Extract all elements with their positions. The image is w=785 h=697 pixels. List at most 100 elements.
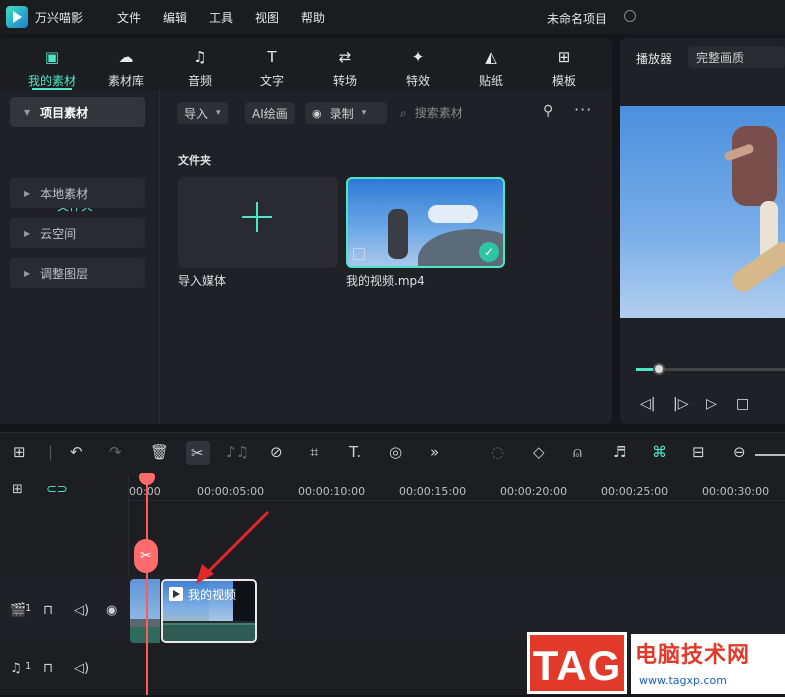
- music-list-icon[interactable]: ♬: [613, 443, 626, 461]
- ruler-tick: 00:00:30:00: [702, 485, 770, 498]
- music-note-icon: ♫: [193, 48, 207, 66]
- import-media-label: 导入媒体: [178, 274, 227, 288]
- next-frame-icon[interactable]: |▷: [673, 396, 688, 412]
- redo-icon[interactable]: ↷: [109, 443, 122, 461]
- search-input[interactable]: ⌕ 搜索素材: [400, 104, 463, 121]
- annotation-arrow-icon: [196, 510, 270, 584]
- zoom-out-icon[interactable]: ⊖: [733, 443, 746, 461]
- stop-icon[interactable]: □: [736, 396, 749, 412]
- sparkle-icon: ✦: [411, 48, 425, 66]
- menu-edit[interactable]: 编辑: [163, 9, 209, 26]
- player-panel: 播放器 完整画质 ◁| |▷ ▷ □: [620, 38, 785, 424]
- watermark-text-box: 电脑技术网 www.tagxp.com: [631, 634, 785, 694]
- video-track-icon: 🎬: [10, 603, 27, 618]
- play-icon[interactable]: ▷: [706, 396, 717, 412]
- more-options-icon[interactable]: ···: [574, 100, 592, 119]
- tab-templates[interactable]: ⊞ 模板: [529, 44, 599, 89]
- crop-icon[interactable]: ⌗: [310, 443, 318, 461]
- tag-icon[interactable]: ⊘: [270, 443, 283, 461]
- render-preview-icon[interactable]: ◌: [491, 443, 504, 461]
- import-dropdown[interactable]: 导入 ▾: [177, 102, 228, 124]
- sidebar-item-cloud[interactable]: ▶ 云空间: [10, 218, 145, 248]
- record-label: 录制: [329, 106, 354, 121]
- video-file-label: 我的视频.mp4: [346, 274, 425, 288]
- sidebar-item-label: 云空间: [40, 226, 77, 241]
- watermark-tag: TAG: [527, 632, 627, 694]
- fit-timeline-icon[interactable]: ⊟: [692, 443, 705, 461]
- sidebar-item-label: 本地素材: [40, 186, 89, 201]
- search-icon: ⌕: [400, 106, 407, 120]
- tab-my-media[interactable]: ▣ 我的素材: [17, 44, 87, 89]
- speaker-icon[interactable]: ◁): [74, 661, 89, 676]
- audio-track-number: 1: [25, 661, 32, 672]
- check-icon: ✓: [479, 242, 499, 262]
- video-track-number: 1: [25, 603, 32, 614]
- menu-tools[interactable]: 工具: [209, 9, 255, 26]
- undo-icon[interactable]: ↶: [70, 443, 83, 461]
- tab-effects[interactable]: ✦ 特效: [383, 44, 453, 89]
- layout-grid-icon[interactable]: ⊞: [13, 443, 26, 461]
- video-thumbnail-card[interactable]: ✓: [346, 177, 505, 268]
- menu-file[interactable]: 文件: [117, 9, 163, 26]
- text-edit-icon[interactable]: T.: [349, 443, 361, 461]
- tab-stickers[interactable]: ◭ 贴纸: [456, 44, 526, 89]
- tab-label: 模板: [551, 74, 576, 88]
- sidebar-project-assets[interactable]: ▼ 项目素材: [10, 97, 145, 127]
- play-icon: [169, 587, 183, 601]
- record-dropdown[interactable]: ◉ 录制 ▾: [305, 102, 387, 124]
- audio-wave-icon[interactable]: ◎: [389, 443, 402, 461]
- watermark-site-name: 电脑技术网: [635, 643, 751, 668]
- ruler-tick: 00:00:15:00: [399, 485, 467, 498]
- sidebar-item-local[interactable]: ▶ 本地素材: [10, 178, 145, 208]
- search-placeholder: 搜索素材: [414, 106, 463, 120]
- tab-text[interactable]: T 文字: [237, 44, 307, 89]
- split-button[interactable]: ✂: [186, 441, 210, 465]
- progress-handle[interactable]: [652, 363, 665, 375]
- delete-icon[interactable]: 🗑: [150, 443, 169, 461]
- sticker-icon: ◭: [485, 48, 497, 66]
- audio-track-icon: ♫: [10, 661, 22, 676]
- preview-skateboard: [728, 237, 785, 297]
- project-name[interactable]: 未命名项目: [547, 10, 607, 27]
- tab-bar: ▣ 我的素材 ☁ 素材库 ♫ 音频 T 文字 ⇄ 转场 ✦ 特效 ◭ 贴纸 ⊞ 模板: [0, 38, 612, 90]
- prev-frame-icon[interactable]: ◁|: [640, 396, 655, 412]
- template-icon: ⊞: [557, 48, 571, 66]
- import-media-card[interactable]: [178, 177, 338, 268]
- tab-library[interactable]: ☁ 素材库: [91, 44, 161, 89]
- scissors-icon: ✂: [191, 444, 204, 462]
- tab-transition[interactable]: ⇄ 转场: [310, 44, 380, 89]
- menu-view[interactable]: 视图: [255, 9, 301, 26]
- media-sidebar: ▼项目素材 文件夹 ▶本地素材 ▶云空间 ▶调整图层 ⊞ ▭ ‹: [0, 90, 160, 465]
- microphone-icon[interactable]: ⍝: [573, 443, 582, 461]
- clip-waveform: [130, 627, 160, 643]
- more-tools-icon[interactable]: »: [430, 443, 439, 461]
- zoom-slider[interactable]: [755, 454, 785, 456]
- menu-help[interactable]: 帮助: [301, 9, 347, 26]
- filter-icon[interactable]: ⚲: [543, 103, 553, 119]
- speaker-icon[interactable]: ◁): [74, 603, 89, 618]
- lock-icon[interactable]: ⊓: [43, 661, 53, 676]
- add-track-icon[interactable]: ⊞: [12, 482, 23, 497]
- snap-icon[interactable]: ⌘: [652, 443, 667, 461]
- playhead-split-icon[interactable]: ✂: [134, 539, 158, 573]
- transition-icon: ⇄: [338, 48, 352, 66]
- playhead-line[interactable]: [146, 475, 148, 695]
- folder-title: 文件夹: [178, 154, 211, 167]
- audio-detach-icon[interactable]: ♪♫: [226, 443, 249, 461]
- tab-label: 文字: [259, 74, 284, 88]
- marker-icon[interactable]: ◇: [533, 443, 545, 461]
- triangle-right-icon: ▶: [24, 268, 31, 278]
- tab-label: 特效: [405, 74, 430, 88]
- eye-icon[interactable]: ◉: [106, 603, 117, 618]
- tab-label: 我的素材: [27, 74, 76, 88]
- tab-audio[interactable]: ♫ 音频: [165, 44, 235, 89]
- ai-paint-label: AI绘画: [252, 106, 288, 121]
- sidebar-item-label: 调整图层: [40, 266, 89, 281]
- video-clip-left[interactable]: [130, 579, 160, 643]
- lock-icon[interactable]: ⊓: [43, 603, 53, 618]
- sidebar-item-adjustment[interactable]: ▶ 调整图层: [10, 258, 145, 288]
- link-icon[interactable]: ⊂⊃: [46, 482, 68, 497]
- quality-dropdown[interactable]: 完整画质: [688, 46, 785, 68]
- ai-paint-button[interactable]: AI绘画: [245, 102, 295, 124]
- quality-label: 完整画质: [696, 51, 745, 65]
